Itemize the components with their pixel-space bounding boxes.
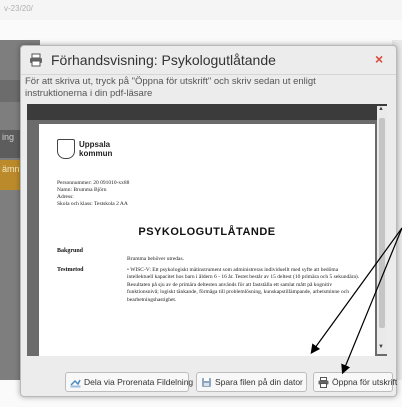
scroll-down-icon[interactable]: ▼	[378, 344, 384, 350]
save-button-label: Spara filen på din dator	[215, 377, 303, 387]
background-url-strip: v-23/20/	[0, 0, 402, 20]
dialog-footer: Dela via Prorenata Fildelning Spara file…	[21, 364, 397, 394]
personal-details: Personnummer: 20 091010-xx88 Namn: Brumm…	[57, 180, 129, 208]
close-icon[interactable]: ×	[375, 51, 383, 67]
save-button[interactable]: Spara filen på din dator	[196, 372, 307, 392]
personnummer: Personnummer: 20 091010-xx88	[57, 180, 130, 186]
scroll-up-icon[interactable]: ▲	[378, 106, 384, 112]
printer-icon	[30, 53, 42, 67]
bakgrund-text: Brumma behöver utredas.	[127, 256, 184, 262]
testmetod-label: Testmetod	[57, 267, 84, 273]
share-button[interactable]: Dela via Prorenata Fildelning	[65, 372, 193, 392]
dialog-title: Förhandsvisning: Psykologutlåtande	[51, 52, 276, 68]
skola: Skola och klass: Testskola 2 AA	[57, 201, 128, 207]
background-tab	[0, 80, 22, 102]
background-tab-label: ämn	[2, 164, 20, 174]
open-print-button-label: Öppna för utskrift	[332, 377, 398, 387]
viewer-scrollbar[interactable]: ▲ ▼	[377, 106, 387, 354]
print-instructions: För att skriva ut, tryck på "Öppna för u…	[25, 76, 316, 99]
uppsala-logo: Uppsala kommun	[57, 136, 137, 162]
logo-line2: kommun	[79, 149, 113, 158]
background-tab: ing	[0, 130, 22, 158]
background-url-text: v-23/20/	[4, 4, 33, 13]
background-tab-label: ing	[2, 132, 15, 142]
viewer-toolbar	[27, 104, 387, 120]
share-icon	[70, 379, 81, 388]
namn: Namn: Brumma Björn	[57, 187, 107, 193]
logo-line1: Uppsala	[79, 140, 111, 149]
testmetod-text: • WISC-V: Ett psykologiskt mätinstrument…	[127, 267, 360, 303]
dialog-titlebar: Förhandsvisning: Psykologutlåtande ×	[21, 46, 396, 75]
adress: Adress:	[57, 194, 74, 200]
open-print-button[interactable]: Öppna för utskrift	[313, 372, 397, 392]
crest-icon	[57, 139, 75, 159]
bakgrund-label: Bakgrund	[57, 248, 84, 254]
print-icon	[318, 377, 329, 388]
pdf-viewer[interactable]: Uppsala kommun Personnummer: 20 091010-x…	[27, 104, 387, 356]
document-page: Uppsala kommun Personnummer: 20 091010-x…	[39, 124, 375, 356]
save-icon	[202, 378, 211, 387]
scroll-thumb[interactable]	[379, 118, 385, 328]
document-heading: PSYKOLOGUTLÅTANDE	[138, 226, 276, 238]
preview-dialog: Förhandsvisning: Psykologutlåtande × För…	[20, 45, 397, 397]
background-tab-highlighted: ämn	[0, 160, 22, 190]
share-button-label: Dela via Prorenata Fildelning	[84, 377, 194, 387]
